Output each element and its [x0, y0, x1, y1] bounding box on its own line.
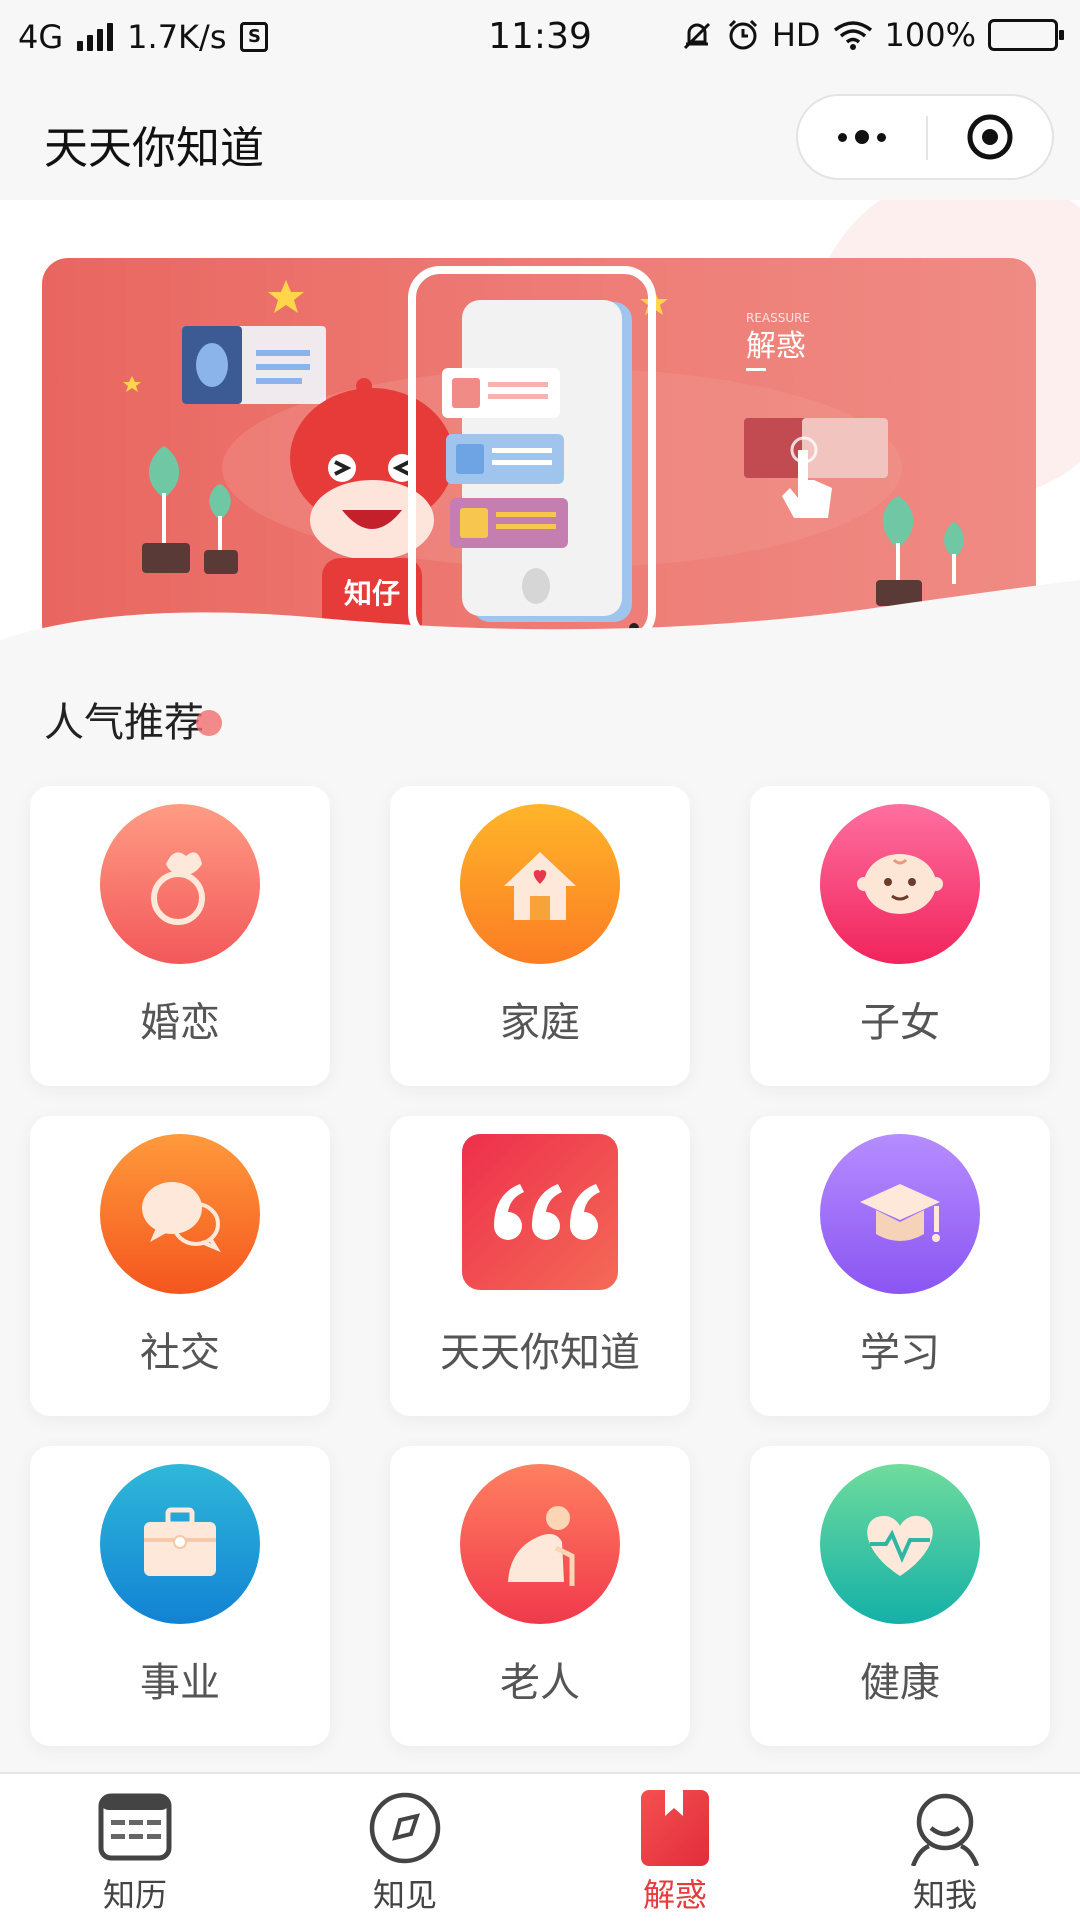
tab-book[interactable]: 解惑 [540, 1774, 810, 1922]
category-card-elderly[interactable]: 老人 [390, 1446, 690, 1746]
wifi-icon [833, 21, 872, 50]
battery-percent: 100% [884, 16, 976, 54]
more-dots-icon [838, 132, 847, 142]
category-card-study[interactable]: 学习 [750, 1116, 1050, 1416]
banner-tag-cn: 解惑 [746, 329, 806, 364]
category-card-marriage[interactable]: 婚恋 [30, 786, 330, 1086]
nav-bar: 天天你知道 [0, 78, 1080, 200]
status-bar: 4G 1.7K/s S 11:39 HD 100% [0, 0, 1080, 78]
target-icon [967, 114, 1013, 160]
chat-bubbles-icon [100, 1134, 260, 1294]
category-card-health[interactable]: 健康 [750, 1446, 1050, 1746]
category-label: 天天你知道 [440, 1330, 640, 1376]
heart-pulse-icon [820, 1464, 980, 1624]
banner-tag-en: REASSURE [746, 311, 810, 325]
category-label: 社交 [140, 1330, 220, 1376]
tab-label: 知历 [102, 1876, 167, 1914]
ring-icon [100, 804, 260, 964]
tab-bar: 知历 知见 解惑 知我 [0, 1772, 1080, 1922]
category-card-tiantian[interactable]: 天天你知道 [390, 1116, 690, 1416]
title-dot [196, 710, 222, 736]
category-label: 子女 [860, 1000, 940, 1046]
baby-face-icon [820, 804, 980, 964]
house-icon [460, 804, 620, 964]
close-mini-program-button[interactable] [928, 96, 1052, 178]
briefcase-icon [100, 1464, 260, 1624]
tab-label: 知见 [372, 1876, 437, 1914]
category-label: 学习 [860, 1330, 940, 1376]
mini-program-capsule [796, 94, 1054, 180]
tab-compass[interactable]: 知见 [270, 1774, 540, 1922]
category-label: 老人 [500, 1660, 580, 1706]
category-card-career[interactable]: 事业 [30, 1446, 330, 1746]
category-label: 婚恋 [140, 1000, 220, 1046]
user-icon [910, 1793, 980, 1866]
category-label: 事业 [140, 1660, 220, 1706]
elderly-person-icon [460, 1464, 620, 1624]
compass-icon [369, 1792, 441, 1864]
quote-icon [462, 1134, 618, 1290]
section-title: 人气推荐 [44, 700, 204, 746]
category-card-children[interactable]: 子女 [750, 786, 1050, 1086]
category-card-social[interactable]: 社交 [30, 1116, 330, 1416]
calendar-icon [98, 1793, 172, 1861]
book-icon [641, 1790, 709, 1866]
mute-bell-icon [683, 22, 710, 50]
alarm-icon [728, 19, 757, 50]
hd-indicator: HD [771, 16, 821, 54]
category-card-family[interactable]: 家庭 [390, 786, 690, 1086]
more-button[interactable] [798, 96, 926, 178]
tab-label: 知我 [912, 1876, 977, 1914]
battery-icon [988, 19, 1064, 51]
tab-label: 解惑 [642, 1876, 707, 1914]
tab-calendar[interactable]: 知历 [0, 1774, 270, 1922]
main-content[interactable]: 知仔 REASSURE 解惑 人气推荐 婚恋 家庭 子女 社交 天天你知道 学习… [0, 200, 1080, 1772]
page-title: 天天你知道 [44, 123, 264, 174]
graduation-cap-icon [820, 1134, 980, 1294]
tab-user[interactable]: 知我 [810, 1774, 1080, 1922]
category-label: 健康 [860, 1660, 940, 1706]
category-label: 家庭 [500, 1000, 580, 1046]
